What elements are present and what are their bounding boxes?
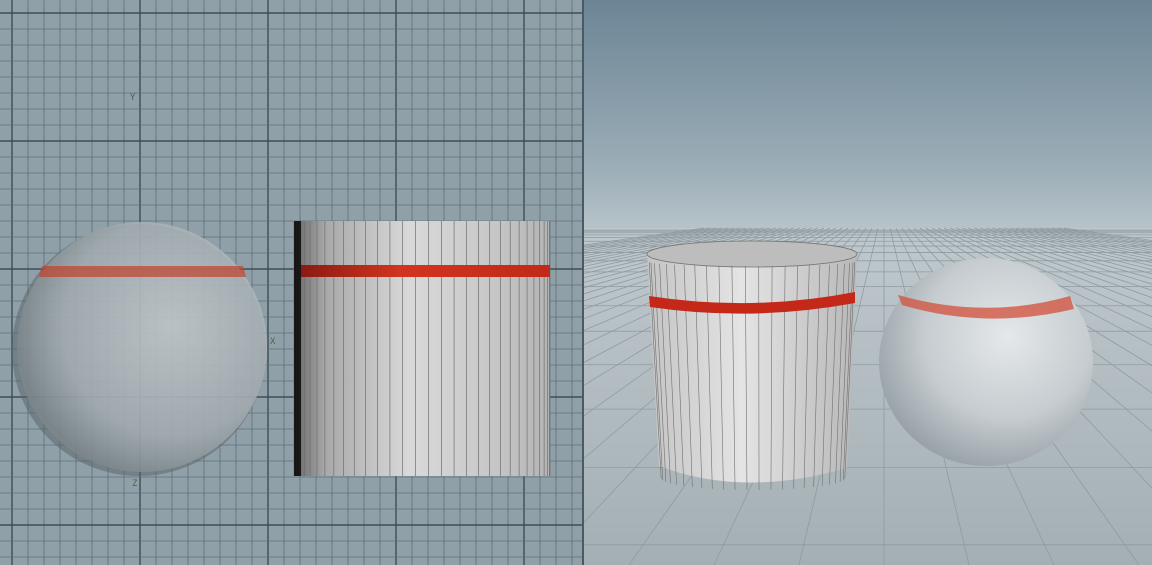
cylinder-object[interactable]: [293, 221, 551, 476]
sphere-object-persp[interactable]: [879, 258, 1093, 466]
axis-label-z: Z: [132, 479, 138, 489]
cylinder-red-band: [300, 265, 550, 277]
sphere-shape: [17, 222, 267, 472]
cylinder-shape: [294, 221, 550, 476]
ortho-canvas[interactable]: [0, 0, 582, 565]
sphere-red-band: [39, 266, 246, 277]
cylinder-object-persp[interactable]: [646, 240, 858, 490]
perspective-canvas[interactable]: [584, 0, 1152, 565]
axis-label-y: Y: [130, 93, 136, 103]
cylinder-persp-shape: [647, 254, 857, 483]
axis-label-x: X: [270, 337, 276, 347]
sphere-persp-shape: [879, 258, 1093, 466]
perspective-viewport[interactable]: [584, 0, 1152, 565]
sphere-object[interactable]: [12, 222, 267, 476]
ortho-viewport[interactable]: Y X Z: [0, 0, 582, 565]
sky: [584, 0, 1152, 232]
